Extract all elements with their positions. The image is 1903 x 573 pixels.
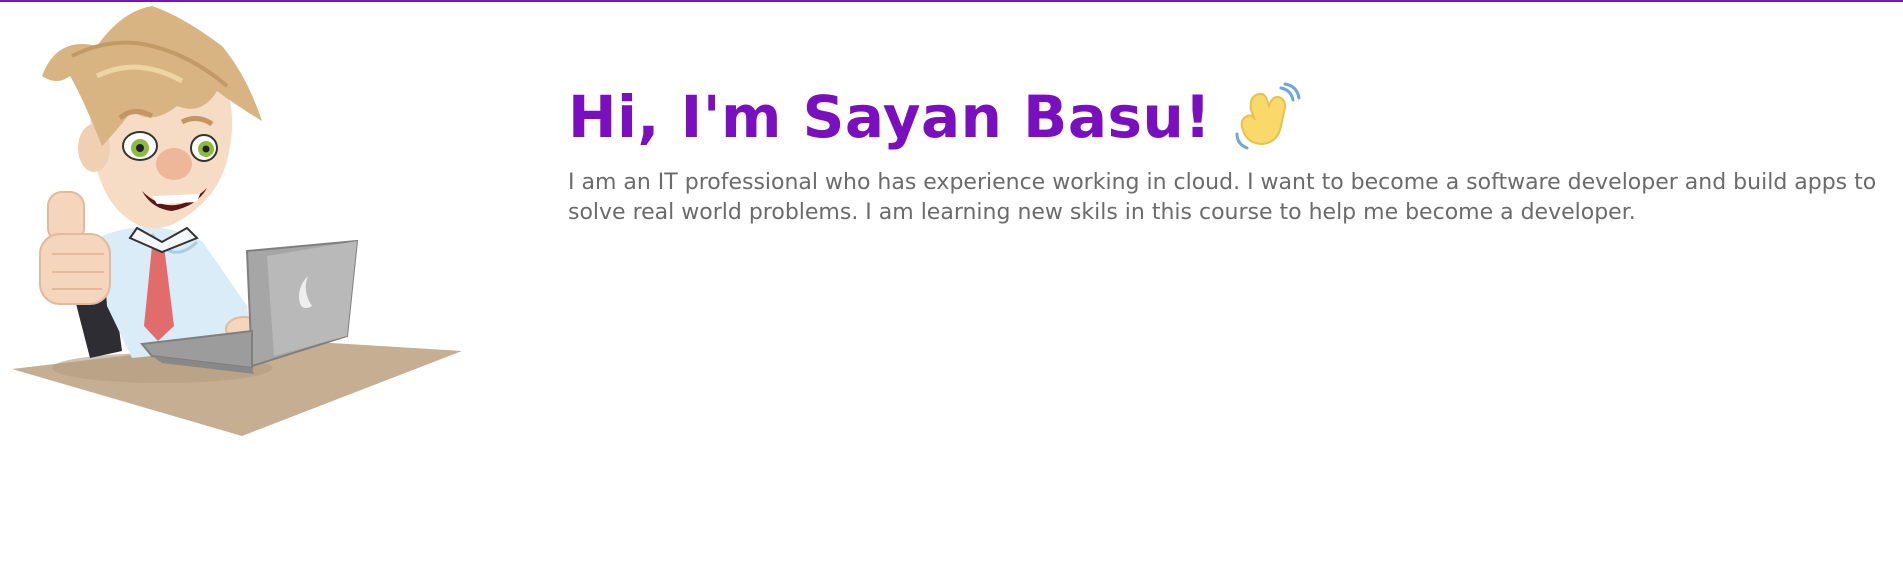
top-accent-border: [0, 0, 1903, 2]
greeting-text: Hi, I'm Sayan Basu!: [568, 83, 1212, 151]
waving-hand-icon: [1235, 82, 1301, 150]
intro-section: Hi, I'm Sayan Basu! I am an IT professio…: [568, 82, 1888, 228]
developer-illustration: [12, 6, 462, 436]
bio-paragraph: I am an IT professional who has experien…: [568, 170, 1877, 225]
page: Hi, I'm Sayan Basu! I am an IT professio…: [0, 0, 1903, 573]
page-title: Hi, I'm Sayan Basu!: [568, 82, 1888, 152]
